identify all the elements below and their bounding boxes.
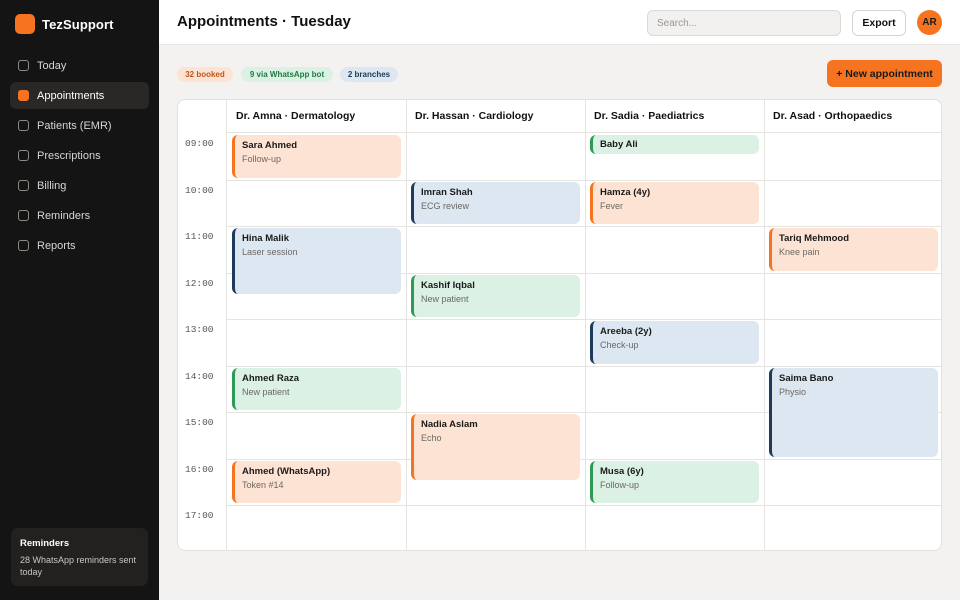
time-label: 12:00 [185, 277, 214, 289]
sidebar: TezSupport Today Appointments Patients (EM… [0, 0, 159, 600]
appointment-note: Follow-up [600, 479, 640, 490]
appointment-card[interactable]: Hina Malik Laser session [232, 228, 401, 294]
nav-square-icon [18, 120, 29, 131]
time-label: 15:00 [185, 417, 214, 428]
appointment-card[interactable]: Musa (6y) Follow-up [590, 460, 759, 503]
sidebar-item-patients-emr[interactable]: Patients (EMR) [10, 112, 149, 139]
reminders-card-title: Reminders [20, 538, 70, 549]
page-title: Appointments · Tuesday [177, 13, 351, 30]
top-header: Appointments · Tuesday Export AR [159, 0, 960, 45]
logo-icon [15, 14, 35, 34]
appointment-note: Physio [779, 386, 807, 397]
appointment-note: Check-up [600, 340, 639, 350]
app-name: TezSupport [42, 16, 114, 32]
time-label: 09:00 [185, 138, 214, 149]
hour-divider [227, 458, 941, 460]
doctor-column-header: Dr. Sadia · Paediatrics [585, 100, 764, 133]
appointment-patient-name: Imran Shah [421, 186, 473, 198]
sidebar-item-today[interactable]: Today [10, 52, 149, 79]
doctor-column-header: Dr. Asad · Orthopaedics [764, 100, 941, 133]
hour-divider [227, 365, 941, 367]
appointment-note: Follow-up [242, 154, 282, 164]
time-label: 10:00 [185, 184, 214, 196]
appointment-patient-name: Musa (6y) [600, 465, 644, 477]
time-label: 14:00 [185, 370, 214, 382]
sidebar-item-label: Today [37, 59, 67, 72]
appointment-card[interactable]: Sara Ahmed Follow-up [232, 135, 401, 178]
new-appointment-button[interactable]: + New appointment [827, 60, 942, 87]
doctor-column-header: Dr. Amna · Dermatology [227, 100, 406, 133]
app-logo[interactable]: TezSupport [15, 14, 114, 34]
appointment-patient-name: Kashif Iqbal [421, 279, 475, 291]
stat-badge: 9 via WhatsApp bot [241, 67, 333, 82]
column-divider [764, 100, 765, 550]
sidebar-item-label: Reports [37, 239, 76, 252]
time-label: 16:00 [185, 463, 214, 475]
sidebar-item-prescriptions[interactable]: Prescriptions [10, 142, 149, 169]
appointment-note: New patient [421, 293, 469, 304]
appointment-note: ECG review [421, 200, 470, 211]
reminders-card-text: 28 WhatsApp reminders sent today [20, 555, 137, 577]
appointment-patient-name: Hamza (4y) [600, 186, 651, 198]
time-label: 17:00 [185, 510, 214, 521]
appointment-note: Knee pain [779, 247, 820, 257]
sidebar-item-appointments[interactable]: Appointments [10, 82, 149, 109]
sidebar-item-billing[interactable]: Billing [10, 172, 149, 199]
appointment-patient-name: Tariq Mehmood [779, 233, 850, 244]
sidebar-item-label: Prescriptions [37, 149, 101, 162]
appointment-patient-name: Saima Bano [779, 372, 834, 384]
appointment-card[interactable]: Saima Bano Physio [769, 367, 938, 457]
sidebar-item-reminders[interactable]: Reminders [10, 202, 149, 229]
appointment-card[interactable]: Areeba (2y) Check-up [590, 321, 759, 364]
appointment-note: Echo [421, 433, 442, 443]
appointment-patient-name: Ahmed Raza [242, 372, 300, 384]
appointments-calendar: Dr. Amna · Dermatology Dr. Hassan · Cardi… [177, 99, 942, 551]
appointment-note: Token #14 [242, 479, 284, 490]
appointment-card[interactable]: Tariq Mehmood Knee pain [769, 228, 938, 271]
appointment-card[interactable]: Ahmed Raza New patient [232, 367, 401, 410]
appointment-patient-name: Sara Ahmed [242, 140, 298, 151]
hour-divider [227, 505, 941, 506]
hour-divider [227, 226, 941, 227]
appointment-patient-name: Nadia Aslam [421, 419, 478, 430]
column-divider [406, 100, 407, 550]
column-divider [585, 100, 586, 550]
stat-badge: 2 branches [340, 67, 398, 82]
user-avatar[interactable]: AR [917, 10, 942, 35]
appointment-card[interactable]: Kashif Iqbal New patient [411, 274, 580, 317]
sidebar-item-label: Reminders [37, 209, 91, 222]
sidebar-item-label: Billing [37, 179, 67, 192]
nav-square-icon [18, 240, 29, 251]
sidebar-item-label: Appointments [37, 89, 105, 102]
nav-square-icon [18, 90, 29, 101]
stat-badge: 32 booked [177, 67, 233, 82]
search-input[interactable] [647, 10, 841, 36]
sidebar-item-label: Patients (EMR) [37, 119, 112, 132]
nav-square-icon [18, 180, 29, 191]
appointment-patient-name: Hina Malik [242, 233, 289, 244]
appointment-card[interactable]: Nadia Aslam Echo [411, 414, 580, 480]
export-button[interactable]: Export [852, 10, 906, 36]
appointment-card[interactable]: Ahmed (WhatsApp) Token #14 [232, 460, 401, 503]
time-label: 13:00 [185, 324, 214, 335]
hour-divider [227, 319, 941, 320]
nav-square-icon [18, 150, 29, 161]
appointment-patient-name: Baby Ali [600, 139, 638, 150]
appointment-note: Fever [600, 200, 624, 211]
appointment-note: New patient [242, 386, 290, 397]
sidebar-item-reports[interactable]: Reports [10, 232, 149, 259]
appointment-patient-name: Areeba (2y) [600, 326, 652, 337]
nav-square-icon [18, 210, 29, 221]
time-label: 11:00 [185, 231, 214, 242]
appointment-card[interactable]: Imran Shah ECG review [411, 181, 580, 224]
appointment-card[interactable]: Hamza (4y) Fever [590, 181, 759, 224]
appointment-card[interactable]: Baby Ali Vaccination [590, 135, 759, 155]
hour-divider [227, 179, 941, 181]
appointment-patient-name: Ahmed (WhatsApp) [242, 465, 331, 477]
doctor-column-header: Dr. Hassan · Cardiology [406, 100, 585, 133]
nav-square-icon [18, 60, 29, 71]
appointment-note: Laser session [242, 247, 298, 257]
reminders-card: Reminders 28 WhatsApp reminders sent tod… [11, 528, 148, 586]
appointment-note: Vaccination [600, 153, 752, 154]
